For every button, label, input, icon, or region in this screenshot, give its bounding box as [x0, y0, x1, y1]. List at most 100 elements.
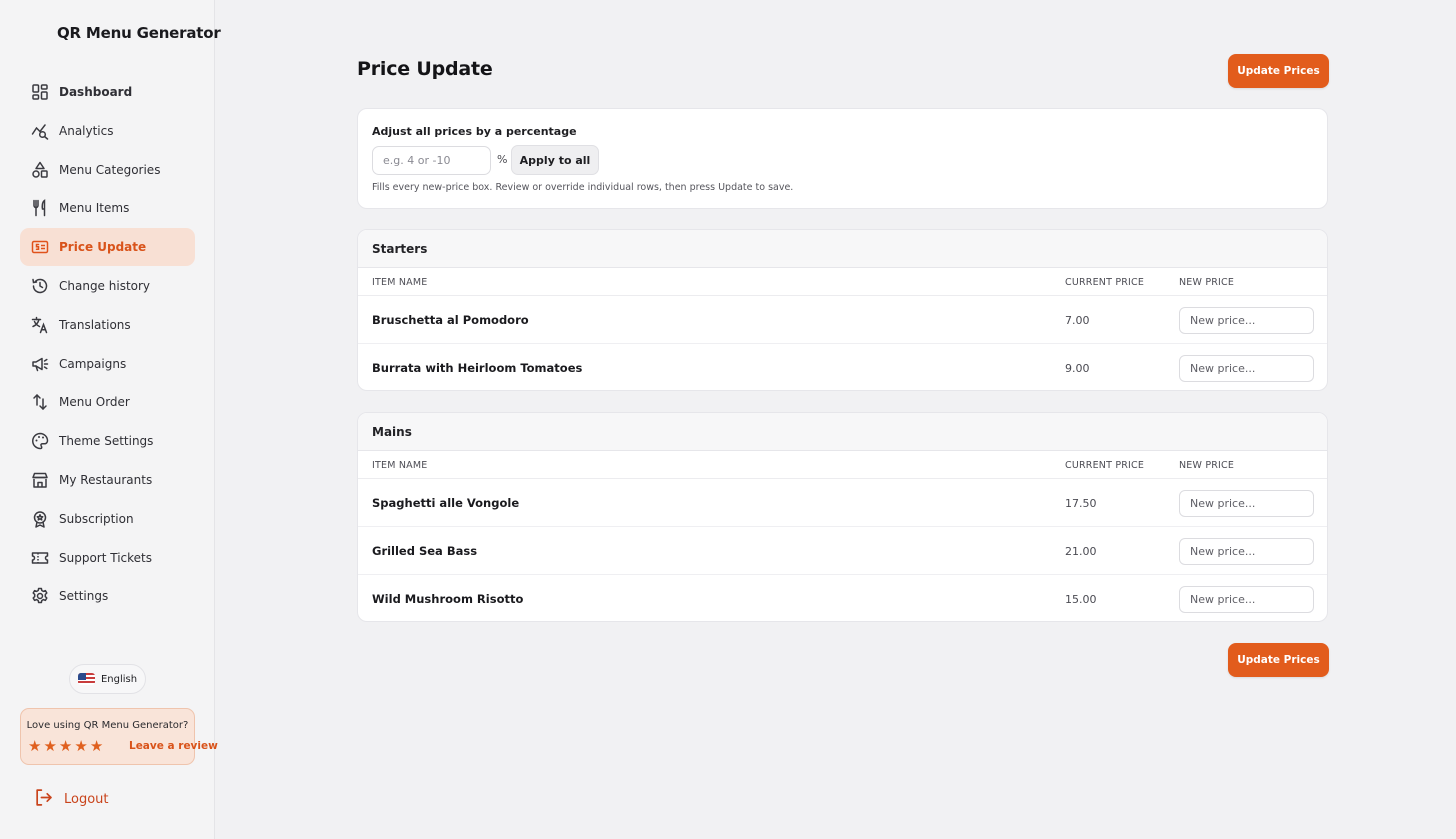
item-name: Bruschetta al Pomodoro: [372, 313, 529, 327]
sort-arrows-icon: [30, 392, 50, 412]
new-price-input[interactable]: [1179, 355, 1314, 382]
category-table-mains: Mains ITEM NAME CURRENT PRICE NEW PRICE …: [357, 412, 1328, 622]
translate-icon: [30, 315, 50, 335]
sidebar-item-menu-order[interactable]: Menu Order: [20, 383, 195, 421]
sidebar-item-change-history[interactable]: Change history: [20, 267, 195, 305]
item-name: Wild Mushroom Risotto: [372, 592, 524, 606]
sidebar-nav: Dashboard Analytics Menu Categories Menu…: [20, 73, 195, 616]
category-table-starters: Starters ITEM NAME CURRENT PRICE NEW PRI…: [357, 229, 1328, 391]
category-title: Starters: [358, 230, 1327, 268]
apply-to-all-button[interactable]: Apply to all: [511, 145, 599, 175]
current-price: 17.50: [1065, 497, 1097, 510]
current-price: 15.00: [1065, 593, 1097, 606]
sidebar-item-label: Change history: [59, 278, 151, 293]
item-name: Spaghetti alle Vongole: [372, 496, 520, 510]
sidebar-item-label: Menu Categories: [59, 162, 161, 177]
current-price: 21.00: [1065, 545, 1097, 558]
sidebar-item-label: Price Update: [59, 240, 147, 255]
megaphone-icon: [30, 354, 50, 374]
column-item-name: ITEM NAME: [372, 277, 428, 288]
leave-review-link[interactable]: Leave a review: [129, 740, 218, 752]
sidebar-item-label: My Restaurants: [59, 472, 153, 487]
badge-icon: [30, 509, 50, 529]
language-label: English: [100, 673, 138, 685]
utensils-icon: [30, 198, 50, 218]
sidebar-item-menu-categories[interactable]: Menu Categories: [20, 151, 195, 189]
us-flag-icon: [77, 673, 95, 685]
table-row: Spaghetti alle Vongole 17.50: [358, 479, 1327, 527]
sidebar-item-subscription[interactable]: Subscription: [20, 500, 195, 538]
rating-stars[interactable]: ★ ★ ★ ★ ★: [28, 739, 103, 754]
sidebar-item-price-update[interactable]: Price Update: [20, 228, 195, 267]
star-icon[interactable]: ★: [28, 739, 41, 754]
adjust-label: Adjust all prices by a percentage: [372, 125, 577, 138]
dashboard-icon: [30, 82, 50, 102]
new-price-input[interactable]: [1179, 490, 1314, 517]
sidebar-item-dashboard[interactable]: Dashboard: [20, 73, 195, 111]
column-new-price: NEW PRICE: [1179, 460, 1235, 471]
sidebar-item-analytics[interactable]: Analytics: [20, 112, 195, 150]
table-row: Grilled Sea Bass 21.00: [358, 527, 1327, 575]
new-price-input[interactable]: [1179, 586, 1314, 613]
logout-label: Logout: [64, 792, 109, 807]
star-icon[interactable]: ★: [59, 739, 72, 754]
column-current-price: CURRENT PRICE: [1065, 460, 1145, 471]
review-text: Love using QR Menu Generator?: [26, 720, 189, 731]
star-icon[interactable]: ★: [74, 739, 87, 754]
sidebar-item-translations[interactable]: Translations: [20, 306, 195, 344]
star-icon[interactable]: ★: [43, 739, 56, 754]
update-prices-button-bottom[interactable]: Update Prices: [1228, 643, 1329, 677]
column-new-price: NEW PRICE: [1179, 277, 1235, 288]
column-item-name: ITEM NAME: [372, 460, 428, 471]
sidebar-item-label: Campaigns: [59, 356, 127, 371]
sidebar-item-settings[interactable]: Settings: [20, 577, 195, 615]
sidebar-item-label: Support Tickets: [59, 550, 153, 565]
page-title: Price Update: [357, 58, 493, 80]
table-row: Bruschetta al Pomodoro 7.00: [358, 296, 1327, 344]
language-selector[interactable]: English: [69, 664, 146, 694]
category-title: Mains: [358, 413, 1327, 451]
new-price-input[interactable]: [1179, 307, 1314, 334]
app-title: QR Menu Generator: [57, 24, 221, 42]
palette-icon: [30, 431, 50, 451]
current-price: 7.00: [1065, 314, 1090, 327]
logout-button[interactable]: Logout: [34, 788, 109, 811]
sidebar-item-label: Settings: [59, 589, 109, 604]
sidebar-item-label: Menu Items: [59, 201, 130, 216]
sidebar-item-label: Theme Settings: [59, 434, 154, 449]
percentage-input[interactable]: [372, 146, 491, 175]
sidebar: QR Menu Generator Dashboard Analytics Me…: [0, 0, 221, 839]
sidebar-item-label: Dashboard: [59, 85, 133, 99]
sidebar-item-support-tickets[interactable]: Support Tickets: [20, 539, 195, 577]
sidebar-item-label: Subscription: [59, 511, 134, 526]
store-icon: [30, 470, 50, 490]
analytics-icon: [30, 121, 50, 141]
new-price-input[interactable]: [1179, 538, 1314, 565]
item-name: Burrata with Heirloom Tomatoes: [372, 361, 583, 375]
sidebar-item-campaigns[interactable]: Campaigns: [20, 345, 195, 383]
gear-icon: [30, 586, 50, 606]
sidebar-item-my-restaurants[interactable]: My Restaurants: [20, 461, 195, 499]
sidebar-item-label: Analytics: [59, 123, 114, 138]
percentage-adjust-card: Adjust all prices by a percentage % Appl…: [357, 108, 1328, 209]
table-header: ITEM NAME CURRENT PRICE NEW PRICE: [358, 268, 1327, 296]
ticket-icon: [30, 548, 50, 568]
column-current-price: CURRENT PRICE: [1065, 277, 1145, 288]
star-icon[interactable]: ★: [90, 739, 103, 754]
sidebar-item-label: Menu Order: [59, 395, 130, 410]
update-prices-button-top[interactable]: Update Prices: [1228, 54, 1329, 88]
current-price: 9.00: [1065, 362, 1090, 375]
item-name: Grilled Sea Bass: [372, 544, 478, 558]
table-row: Wild Mushroom Risotto 15.00: [358, 575, 1327, 621]
logout-icon: [34, 788, 53, 811]
sidebar-item-theme-settings[interactable]: Theme Settings: [20, 422, 195, 460]
price-tag-icon: [30, 237, 50, 257]
table-header: ITEM NAME CURRENT PRICE NEW PRICE: [358, 451, 1327, 479]
table-row: Burrata with Heirloom Tomatoes 9.00: [358, 344, 1327, 390]
history-icon: [30, 276, 50, 296]
adjust-help-text: Fills every new-price box. Review or ove…: [372, 182, 794, 193]
sidebar-item-menu-items[interactable]: Menu Items: [20, 189, 195, 227]
review-prompt: Love using QR Menu Generator? ★ ★ ★ ★ ★ …: [20, 708, 218, 765]
percent-sign: %: [497, 153, 508, 166]
categories-icon: [30, 160, 50, 180]
